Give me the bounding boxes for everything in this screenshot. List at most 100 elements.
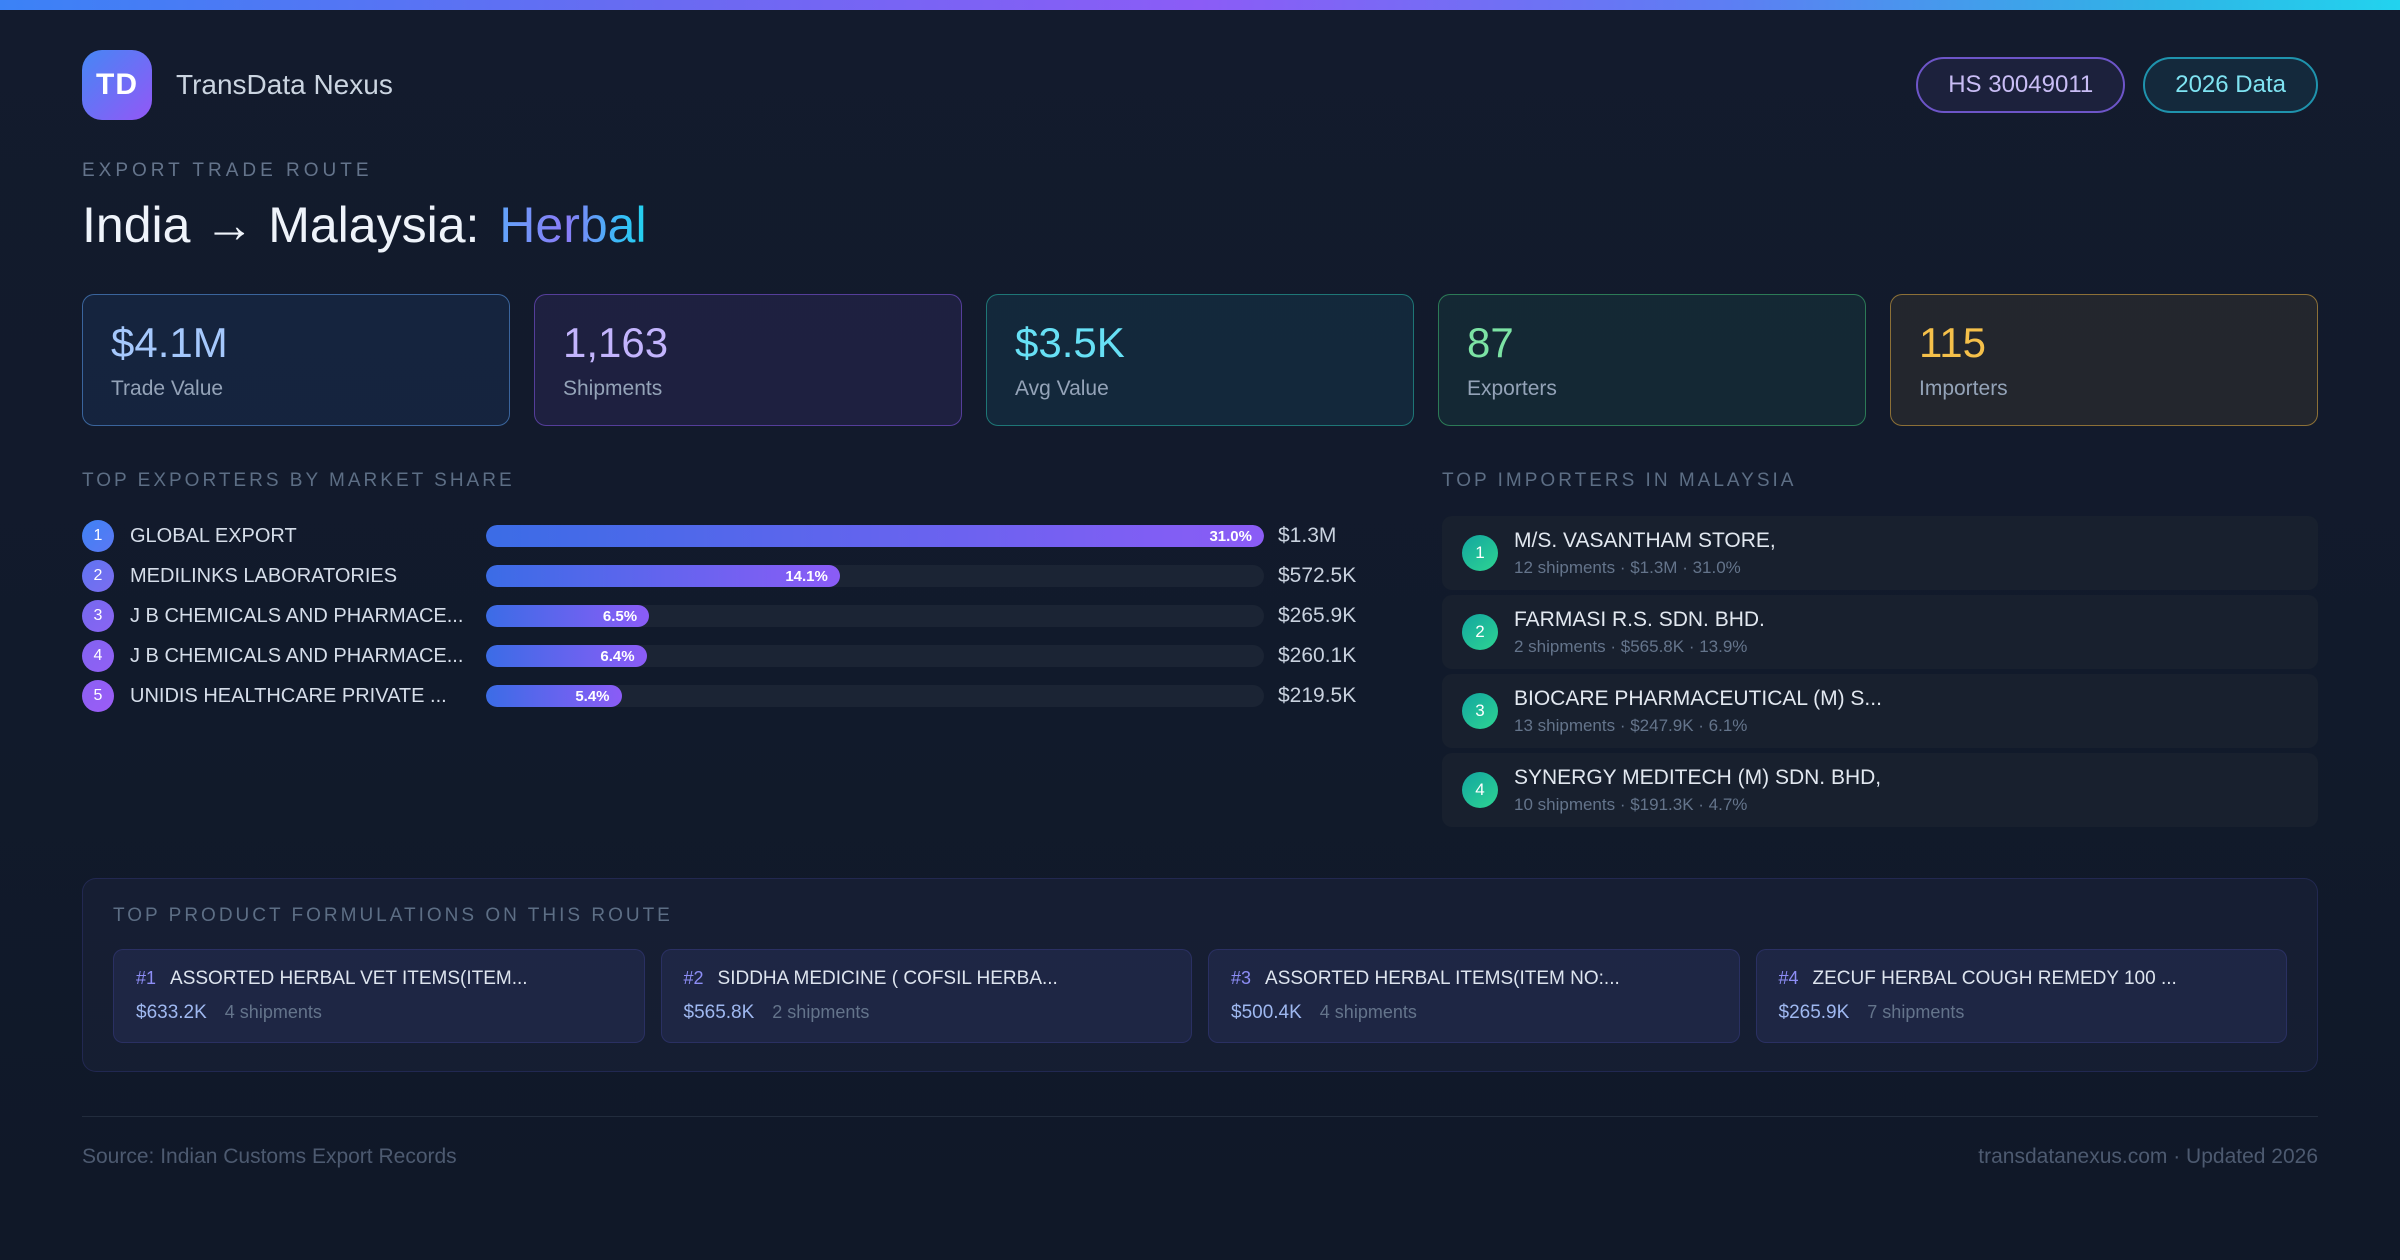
importer-name: FARMASI R.S. SDN. BHD. [1514,607,1765,631]
header: TD TransData Nexus HS 30049011 2026 Data [82,50,2318,120]
bar-fill: 6.5% [486,605,650,627]
importer-meta: 2 shipments · $565.8K · 13.9% [1514,636,1748,656]
product-card: #2 SIDDHA MEDICINE ( COFSIL HERBA... $56… [660,949,1192,1043]
product-shipments: 7 shipments [1867,1002,1965,1022]
bar-track: 6.5% [486,605,1264,627]
bar-percent-label: 31.0% [1209,527,1252,545]
stat-card-trade-value: $4.1M Trade Value [82,294,510,426]
importer-meta: 12 shipments · $1.3M · 31.0% [1514,557,1741,577]
stat-label: Trade Value [111,377,224,400]
product-card-header: #1 ASSORTED HERBAL VET ITEMS(ITEM... [136,968,622,990]
stat-value: 87 [1467,319,1514,366]
exporter-row: 1 GLOBAL EXPORT 31.0% $1.3M [82,516,1382,556]
stat-label: Importers [1919,377,2008,400]
bar-fill: 5.4% [486,685,622,707]
product-name: ZECUF HERBAL COUGH REMEDY 100 ... [1812,968,2177,989]
footer: Source: Indian Customs Export Records tr… [82,1116,2318,1169]
product-card: #4 ZECUF HERBAL COUGH REMEDY 100 ... $26… [1755,949,2287,1043]
bar-fill: 14.1% [486,565,840,587]
brand-logo: TD [82,50,152,120]
exporter-name: UNIDIS HEALTHCARE PRIVATE ... [130,684,447,707]
page-title: India → Malaysia: Herbal [82,196,2318,254]
rank-badge: 2 [82,560,114,592]
importer-list-item: 4 SYNERGY MEDITECH (M) SDN. BHD, 10 ship… [1442,753,2318,827]
rank-badge: 3 [82,600,114,632]
brand: TD TransData Nexus [82,50,393,120]
product-card: #1 ASSORTED HERBAL VET ITEMS(ITEM... $63… [113,949,645,1043]
stat-card-exporters: 87 Exporters [1438,294,1866,426]
rank-badge: 4 [82,640,114,672]
rank-badge: 1 [82,520,114,552]
exporter-row: 3 J B CHEMICALS AND PHARMACE... 6.5% $26… [82,596,1382,636]
brand-logo-text: TD [96,68,138,101]
product-card-stats: $500.4K 4 shipments [1231,1002,1717,1024]
products-panel: TOP PRODUCT FORMULATIONS ON THIS ROUTE #… [82,878,2318,1072]
exporter-row: 4 J B CHEMICALS AND PHARMACE... 6.4% $26… [82,636,1382,676]
product-value: $565.8K [683,1002,755,1023]
importers-list: 1 M/S. VASANTHAM STORE, 12 shipments · $… [1442,516,2318,827]
product-card: #3 ASSORTED HERBAL ITEMS(ITEM NO:... $50… [1208,949,1740,1043]
importer-name: BIOCARE PHARMACEUTICAL (M) S... [1514,686,1882,710]
bar-percent-label: 6.4% [600,647,635,665]
product-value: $633.2K [136,1002,207,1023]
stat-value: 1,163 [563,319,669,366]
exporter-value: $265.9K [1278,604,1357,627]
stat-card-shipments: 1,163 Shipments [534,294,962,426]
exporter-value: $572.5K [1278,564,1357,587]
importer-info: M/S. VASANTHAM STORE, 12 shipments · $1.… [1514,529,1776,578]
product-card-header: #4 ZECUF HERBAL COUGH REMEDY 100 ... [1779,968,2265,990]
page-title-accent: Herbal [499,197,647,253]
header-badges: HS 30049011 2026 Data [1916,57,2318,113]
bar-track: 31.0% [486,525,1264,547]
exporter-value: $260.1K [1278,644,1357,667]
footer-site: transdatanexus.com · Updated 2026 [1978,1145,2318,1168]
exporter-name: J B CHEMICALS AND PHARMACE... [130,604,464,627]
importer-meta: 13 shipments · $247.9K · 6.1% [1514,715,1748,735]
stat-label: Shipments [563,377,663,400]
product-name: ASSORTED HERBAL ITEMS(ITEM NO:... [1265,968,1620,989]
importer-list-item: 2 FARMASI R.S. SDN. BHD. 2 shipments · $… [1442,595,2318,669]
data-year-badge[interactable]: 2026 Data [2143,57,2318,113]
rank-badge: 2 [1462,614,1498,650]
product-rank: #1 [136,968,157,988]
product-value: $265.9K [1778,1002,1850,1023]
bar-percent-label: 6.5% [602,607,638,625]
main-columns: TOP EXPORTERS BY MARKET SHARE 1 GLOBAL E… [82,470,2318,832]
exporter-name: J B CHEMICALS AND PHARMACE... [130,644,464,667]
product-rank: #3 [1231,968,1252,988]
importer-info: BIOCARE PHARMACEUTICAL (M) S... 13 shipm… [1514,687,1882,736]
rank-badge: 3 [1462,693,1498,729]
rank-badge: 5 [82,680,114,712]
rank-badge: 4 [1462,772,1498,808]
product-value: $500.4K [1231,1002,1302,1023]
product-shipments: 4 shipments [1319,1002,1417,1022]
bar-percent-label: 5.4% [575,687,610,705]
product-name: SIDDHA MEDICINE ( COFSIL HERBA... [717,968,1058,989]
stat-label: Avg Value [1015,377,1109,400]
importer-list-item: 1 M/S. VASANTHAM STORE, 12 shipments · $… [1442,516,2318,590]
importer-info: SYNERGY MEDITECH (M) SDN. BHD, 10 shipme… [1514,766,1881,815]
importer-name: SYNERGY MEDITECH (M) SDN. BHD, [1514,765,1882,789]
stat-card-importers: 115 Importers [1890,294,2318,426]
product-card-header: #3 ASSORTED HERBAL ITEMS(ITEM NO:... [1231,968,1717,990]
exporters-bar-chart: 1 GLOBAL EXPORT 31.0% $1.3M 2 MEDILINKS … [82,516,1382,716]
product-shipments: 4 shipments [224,1002,322,1022]
importer-info: FARMASI R.S. SDN. BHD. 2 shipments · $56… [1514,608,1765,657]
rank-badge: 1 [1462,535,1498,571]
exporters-section: TOP EXPORTERS BY MARKET SHARE 1 GLOBAL E… [82,470,1382,832]
importer-name: M/S. VASANTHAM STORE, [1514,528,1776,552]
product-name: ASSORTED HERBAL VET ITEMS(ITEM... [170,968,528,989]
stats-row: $4.1M Trade Value 1,163 Shipments $3.5K … [82,294,2318,426]
bar-track: 5.4% [486,685,1264,707]
stat-value: $3.5K [1015,319,1125,366]
stat-value: 115 [1919,319,1986,366]
brand-name: TransData Nexus [176,69,393,100]
hs-code-badge[interactable]: HS 30049011 [1916,57,2126,113]
bar-fill: 31.0% [486,525,1264,547]
top-accent-bar [0,0,2400,10]
exporter-value: $219.5K [1278,684,1357,707]
importer-list-item: 3 BIOCARE PHARMACEUTICAL (M) S... 13 shi… [1442,674,2318,748]
product-card-stats: $633.2K 4 shipments [136,1002,622,1024]
exporters-section-title: TOP EXPORTERS BY MARKET SHARE [82,470,515,491]
products-panel-title: TOP PRODUCT FORMULATIONS ON THIS ROUTE [113,905,673,926]
